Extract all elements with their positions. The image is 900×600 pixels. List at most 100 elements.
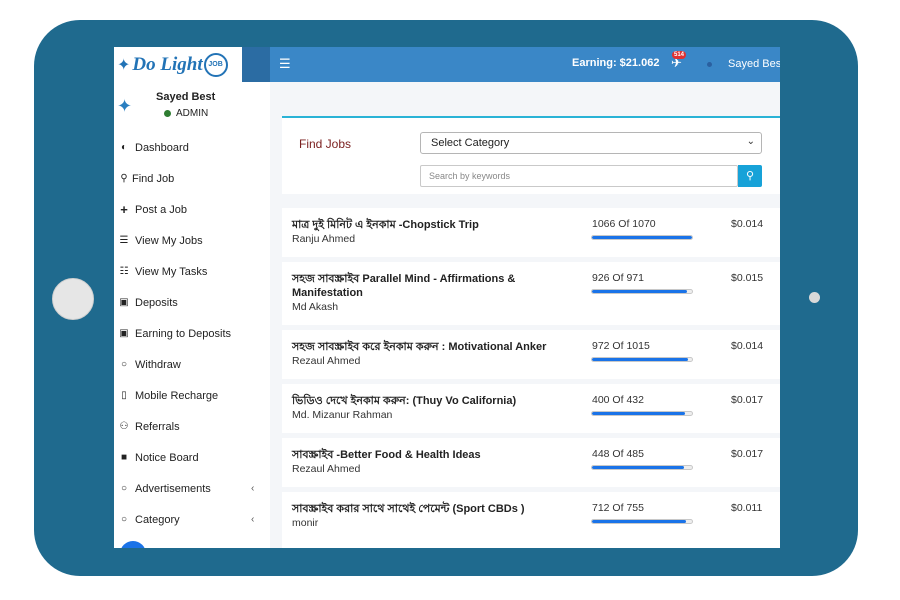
- job-title[interactable]: সাবস্ক্রাইব -Better Food & Health Ideas: [292, 448, 577, 462]
- job-title[interactable]: ভিডিও দেখে ইনকাম করুন: (Thuy Vo Californ…: [292, 394, 577, 408]
- job-card[interactable]: সাবস্ক্রাইব করার সাথে সাথেই পেমেন্ট (Spo…: [282, 492, 780, 548]
- search-input[interactable]: Search by keywords: [420, 165, 738, 187]
- sidebar-item-withdraw[interactable]: ○ Withdraw: [114, 349, 270, 380]
- job-card[interactable]: সহজ সাবস্ক্রাইব করে ইনকাম করুন : Motivat…: [282, 330, 780, 379]
- job-progress-text: 448 Of 485: [592, 448, 644, 460]
- user-avatar-icon[interactable]: [707, 62, 712, 67]
- notification-badge: 514: [672, 51, 687, 59]
- sidebar-item-label: Post a Job: [135, 203, 187, 216]
- job-author: Md Akash: [292, 301, 339, 313]
- profile-status: ADMIN: [164, 108, 208, 119]
- job-author: Rezaul Ahmed: [292, 463, 361, 475]
- job-progress-bar: [591, 357, 693, 362]
- sidebar-item-label: Withdraw: [135, 358, 181, 371]
- users-icon: ⚇: [119, 421, 129, 432]
- job-price: $0.011: [731, 502, 763, 514]
- job-progress-fill: [592, 236, 692, 239]
- circle-icon: ○: [120, 514, 128, 525]
- sidebar-item-view-my-tasks[interactable]: ☷ View My Tasks: [114, 256, 270, 287]
- chevron-left-icon: ‹: [251, 514, 255, 525]
- app-screen: ✦ Do Light JOB ☰ Earning: $21.062 ✈ 514 …: [114, 47, 780, 548]
- sidebar-item-mobile-recharge[interactable]: ▯ Mobile Recharge: [114, 380, 270, 411]
- list-icon: ☰: [119, 235, 129, 246]
- job-author: Rezaul Ahmed: [292, 355, 361, 367]
- job-card[interactable]: মাত্র দুই মিনিট এ ইনকাম -Chopstick Trip …: [282, 208, 780, 257]
- sidebar-item-deposits[interactable]: ▣ Deposits: [114, 287, 270, 318]
- brand-edge: [242, 47, 270, 82]
- main-content: Find Jobs Select Category ⌄ Search by ke…: [270, 82, 780, 548]
- hamburger-menu-icon[interactable]: ☰: [279, 57, 293, 71]
- sidebar-item-post-job[interactable]: + Post a Job: [114, 194, 270, 225]
- sidebar-item-label: Deposits: [135, 296, 178, 309]
- sidebar-item-label: Notice Board: [135, 451, 199, 464]
- job-card[interactable]: ভিডিও দেখে ইনকাম করুন: (Thuy Vo Californ…: [282, 384, 780, 433]
- chat-icon[interactable]: ●: [120, 541, 146, 548]
- job-author: Md. Mizanur Rahman: [292, 409, 393, 421]
- plus-icon: +: [120, 202, 128, 217]
- brand-badge: JOB: [203, 52, 228, 77]
- tablet-home-button: [52, 278, 94, 320]
- category-select-value: Select Category: [431, 137, 510, 149]
- job-price: $0.017: [731, 394, 764, 406]
- job-progress-text: 712 Of 755: [592, 502, 644, 514]
- sidebar-item-referrals[interactable]: ⚇ Referrals: [114, 411, 270, 442]
- job-card[interactable]: সহজ সাবস্ক্রাইব Parallel Mind - Affirmat…: [282, 262, 780, 325]
- sidebar: ✦ Sayed Best ADMIN ◐ Dashboard ⚲ Find Jo…: [114, 82, 270, 548]
- job-progress-text: 1066 Of 1070: [592, 218, 656, 230]
- sidebar-item-notice-board[interactable]: ■ Notice Board: [114, 442, 270, 473]
- top-bar: ✦ Do Light JOB ☰ Earning: $21.062 ✈ 514 …: [114, 47, 780, 82]
- search-placeholder: Search by keywords: [429, 171, 511, 181]
- sidebar-item-earning-to-deposits[interactable]: ▣ Earning to Deposits: [114, 318, 270, 349]
- sidebar-item-label: Find Job: [132, 172, 175, 185]
- circle-icon: ○: [120, 483, 128, 494]
- search-icon: ⚲: [120, 173, 128, 184]
- file-icon: ■: [120, 452, 128, 463]
- job-price: $0.014: [731, 340, 764, 352]
- money-icon: ▣: [119, 328, 129, 339]
- job-card[interactable]: সাবস্ক্রাইব -Better Food & Health Ideas …: [282, 438, 780, 487]
- job-progress-fill: [592, 358, 688, 361]
- bird-logo-icon: ✦: [117, 56, 131, 74]
- job-progress-text: 926 Of 971: [592, 272, 644, 284]
- sidebar-item-find-job[interactable]: ⚲ Find Job: [114, 163, 270, 194]
- job-progress-bar: [591, 289, 693, 294]
- circle-icon: ○: [120, 359, 128, 370]
- sidebar-item-label: Category: [135, 513, 180, 526]
- job-title[interactable]: সহজ সাবস্ক্রাইব করে ইনকাম করুন : Motivat…: [292, 340, 577, 354]
- job-price: $0.017: [731, 448, 764, 460]
- sidebar-item-advertisements[interactable]: ○ Advertisements ‹: [114, 473, 270, 504]
- search-button[interactable]: ⚲: [738, 165, 762, 187]
- job-author: monir: [292, 517, 319, 529]
- sidebar-item-dashboard[interactable]: ◐ Dashboard: [114, 132, 270, 163]
- profile-role: ADMIN: [176, 108, 209, 119]
- profile-name: Sayed Best: [156, 91, 216, 103]
- sidebar-item-label: View My Jobs: [135, 234, 203, 247]
- top-user-name[interactable]: Sayed Best: [728, 58, 780, 70]
- job-progress-bar: [591, 235, 693, 240]
- job-progress-bar: [591, 411, 693, 416]
- sidebar-item-label: Advertisements: [135, 482, 211, 495]
- job-progress-fill: [592, 520, 687, 523]
- job-title[interactable]: সাবস্ক্রাইব করার সাথে সাথেই পেমেন্ট (Spo…: [292, 502, 577, 516]
- tablet-camera: [809, 292, 820, 303]
- sidebar-item-label: Earning to Deposits: [135, 327, 231, 340]
- sidebar-nav: ◐ Dashboard ⚲ Find Job + Post a Job ☰ Vi…: [114, 132, 270, 535]
- brand-name: Do Light: [132, 53, 203, 75]
- earning-balance: Earning: $21.062: [572, 57, 660, 69]
- sidebar-item-label: Dashboard: [135, 141, 189, 154]
- job-title[interactable]: মাত্র দুই মিনিট এ ইনকাম -Chopstick Trip: [292, 218, 577, 232]
- job-progress-fill: [592, 466, 685, 469]
- chevron-left-icon: ‹: [251, 483, 255, 494]
- find-jobs-card: Find Jobs Select Category ⌄ Search by ke…: [282, 118, 780, 194]
- dashboard-icon: ◐: [120, 142, 128, 153]
- sidebar-item-label: Mobile Recharge: [135, 389, 219, 402]
- profile-avatar-icon: ✦: [117, 96, 133, 116]
- money-icon: ▣: [119, 297, 129, 308]
- job-title[interactable]: সহজ সাবস্ক্রাইব Parallel Mind - Affirmat…: [292, 272, 577, 300]
- tasks-icon: ☷: [119, 266, 129, 277]
- chevron-down-icon: ⌄: [746, 136, 755, 147]
- sidebar-item-category[interactable]: ○ Category ‹: [114, 504, 270, 535]
- mobile-icon: ▯: [121, 390, 127, 401]
- sidebar-item-view-my-jobs[interactable]: ☰ View My Jobs: [114, 225, 270, 256]
- category-select[interactable]: Select Category ⌄: [420, 132, 762, 154]
